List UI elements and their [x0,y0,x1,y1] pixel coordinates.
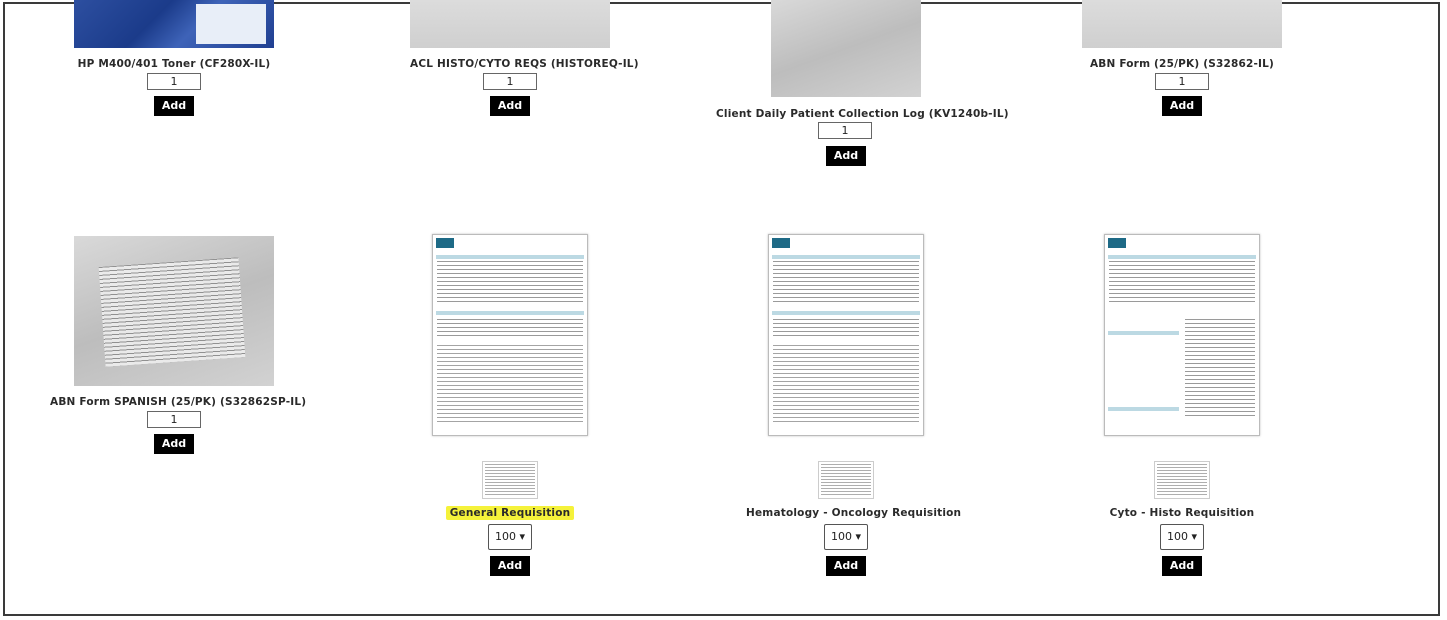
product-image-histo-reqs[interactable] [410,0,610,48]
quantity-input[interactable]: 1 [483,73,537,90]
product-name: Client Daily Patient Collection Log (KV1… [716,108,1009,120]
thumbnail-hem-onc-requisition[interactable] [818,461,874,499]
quantity-input[interactable]: 1 [147,411,201,428]
quantity-input[interactable]: 1 [818,122,872,139]
add-button[interactable]: Add [826,146,866,166]
product-name: ACL HISTO/CYTO REQS (HISTOREQ-IL) [410,58,639,70]
product-card-hem-onc-requisition: Hematology - Oncology Requisition 100 ▾ … [746,234,962,579]
add-button[interactable]: Add [1162,96,1202,116]
quantity-select[interactable]: 100 ▾ [488,524,532,550]
product-card-general-requisition: General Requisition 100 ▾ Add [410,234,610,579]
product-card-collection-log: Client Daily Patient Collection Log (KV1… [716,0,1009,170]
add-button[interactable]: Add [154,434,194,454]
quantity-select[interactable]: 100 ▾ [824,524,868,550]
quantity-input[interactable]: 1 [1155,73,1209,90]
product-name: Cyto - Histo Requisition [1109,507,1255,519]
product-card-abn-form: ABN Form (25/PK) (S32862-IL) 1 Add [1082,0,1282,120]
product-image-cyto-histo-requisition[interactable] [1104,234,1260,436]
product-name: Hematology - Oncology Requisition [746,507,962,519]
thumbnail-general-requisition[interactable] [482,461,538,499]
product-image-collection-log[interactable] [771,0,921,97]
product-image-toner[interactable] [74,0,274,48]
product-image-abn-form[interactable] [1082,0,1282,48]
product-name: HP M400/401 Toner (CF280X-IL) [77,58,271,70]
add-button[interactable]: Add [154,96,194,116]
product-card-toner: HP M400/401 Toner (CF280X-IL) 1 Add [74,0,274,120]
product-card-histo-reqs: ACL HISTO/CYTO REQS (HISTOREQ-IL) 1 Add [410,0,639,120]
product-name: General Requisition [410,506,610,520]
product-image-hem-onc-requisition[interactable] [768,234,924,436]
add-button[interactable]: Add [490,96,530,116]
add-button[interactable]: Add [1162,556,1202,576]
product-name: ABN Form (25/PK) (S32862-IL) [1089,58,1275,70]
highlighted-product-name: General Requisition [445,506,575,520]
product-image-abn-spanish[interactable] [74,236,274,386]
quantity-input[interactable]: 1 [147,73,201,90]
thumbnail-cyto-histo-requisition[interactable] [1154,461,1210,499]
product-card-abn-spanish: ABN Form SPANISH (25/PK) (S32862SP-IL) 1… [50,236,307,456]
quantity-select[interactable]: 100 ▾ [1160,524,1204,550]
product-name: ABN Form SPANISH (25/PK) (S32862SP-IL) [50,396,307,408]
product-card-cyto-histo-requisition: Cyto - Histo Requisition 100 ▾ Add [1082,234,1282,579]
product-image-general-requisition[interactable] [432,234,588,436]
add-button[interactable]: Add [490,556,530,576]
add-button[interactable]: Add [826,556,866,576]
